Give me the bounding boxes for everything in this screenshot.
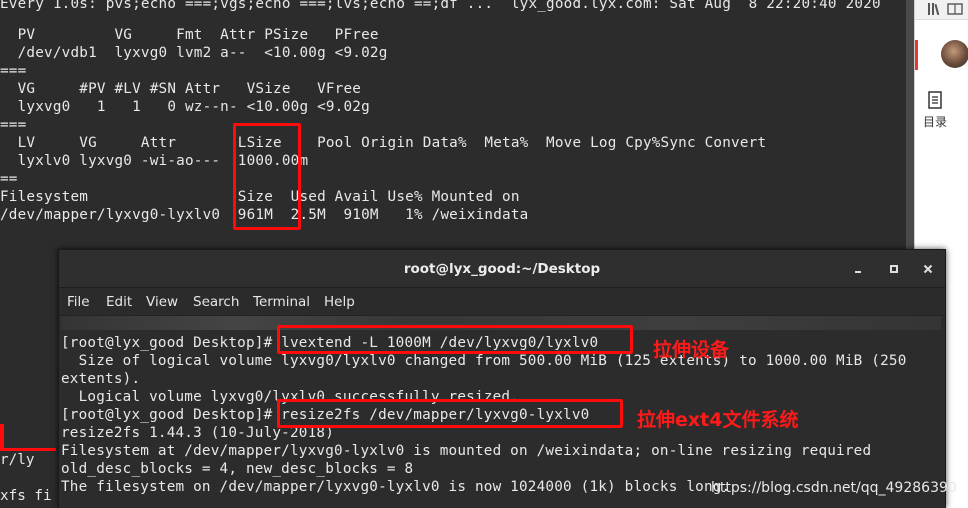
directory-label[interactable]: 目录 — [923, 113, 947, 130]
resize2fs-highlight-box — [277, 399, 623, 428]
pvs-header: PV VG Fmt Attr PSize PFree — [0, 27, 379, 43]
menu-bar: File Edit View Search Terminal Help — [59, 288, 945, 316]
menu-terminal[interactable]: Terminal — [253, 288, 310, 316]
browser-toolbar — [915, 0, 968, 20]
avatar[interactable] — [941, 40, 968, 68]
output-line: Filesystem at /dev/mapper/lyxvg0-lyxlv0 … — [61, 443, 872, 459]
scrollbar-thumb[interactable] — [906, 0, 914, 250]
separator: == — [0, 171, 18, 187]
reader-icon[interactable] — [947, 3, 963, 15]
maximize-button[interactable] — [887, 262, 901, 276]
window-titlebar[interactable]: root@lyx_good:~/Desktop — [59, 250, 945, 288]
fragment-text: r/ly — [0, 452, 35, 468]
watch-header-line: Every 1.0s: pvs;echo ===;vgs;echo ===;lv… — [0, 0, 881, 12]
separator: === — [0, 117, 27, 133]
lvextend-highlight-box — [277, 325, 633, 354]
output-line: old_desc_blocks = 4, new_desc_blocks = 8 — [61, 461, 414, 477]
background-window-fragment: r/ly xfs fi — [0, 424, 58, 508]
maximize-icon — [890, 265, 898, 273]
watermark: https://blog.csdn.net/qq_49286390 — [711, 480, 957, 496]
close-button[interactable] — [921, 262, 935, 276]
lvs-header: LV VG Attr LSize Pool Origin Data% Meta%… — [0, 135, 767, 151]
menu-edit[interactable]: Edit — [106, 288, 132, 316]
fragment-text: xfs fi — [0, 488, 52, 504]
annotation-extend-device: 拉伸设备 — [653, 339, 730, 361]
output-line: The filesystem on /dev/mapper/lyxvg0-lyx… — [61, 479, 731, 495]
menu-view[interactable]: View — [146, 288, 178, 316]
menu-search[interactable]: Search — [193, 288, 239, 316]
separator: === — [0, 63, 27, 79]
library-icon[interactable] — [927, 2, 941, 16]
annotation-fragment — [0, 424, 4, 450]
accent-bar — [915, 40, 918, 70]
size-highlight-box — [233, 123, 301, 230]
menu-file[interactable]: File — [67, 288, 90, 316]
document-icon[interactable] — [927, 91, 943, 109]
close-icon — [923, 264, 933, 274]
minimize-icon — [855, 271, 861, 273]
output-line: extents). — [61, 371, 141, 387]
pvs-row: /dev/vdb1 lyxvg0 lvm2 a-- <10.00g <9.02g — [0, 45, 388, 61]
minimize-button[interactable] — [851, 262, 865, 276]
menu-help[interactable]: Help — [324, 288, 355, 316]
output-line: Size of logical volume lyxvg0/lyxlv0 cha… — [61, 353, 907, 369]
terminal-window[interactable]: root@lyx_good:~/Desktop File Edit View S… — [58, 249, 946, 508]
vgs-header: VG #PV #LV #SN Attr VSize VFree — [0, 81, 362, 97]
vgs-row: lyxvg0 1 1 0 wz--n- <10.00g <9.02g — [0, 99, 370, 115]
window-title: root@lyx_good:~/Desktop — [403, 261, 601, 277]
scrollbar[interactable] — [906, 0, 914, 250]
annotation-extend-fs: 拉伸ext4文件系统 — [637, 409, 799, 431]
